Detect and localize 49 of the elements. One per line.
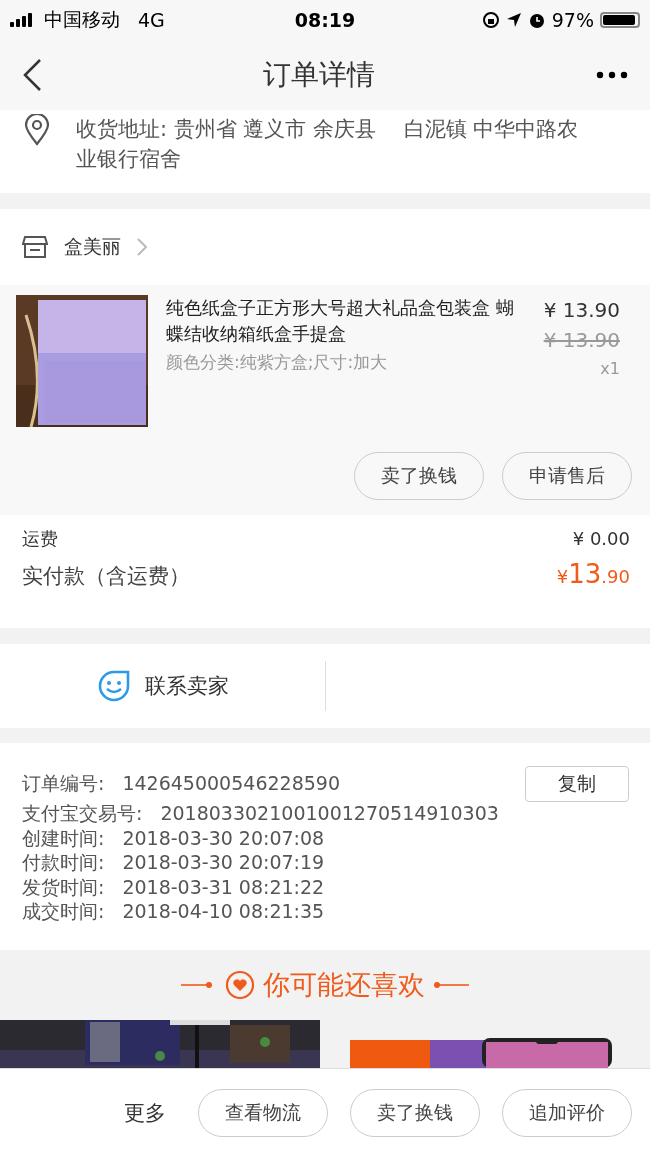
clock-time: 08:19 bbox=[294, 9, 356, 31]
product-title[interactable]: 纯色纸盒子正方形大号超大礼品盒包装盒 蝴蝶结收纳箱纸盒手提盒 bbox=[166, 295, 516, 347]
rotation-lock-icon bbox=[481, 11, 500, 29]
back-icon[interactable] bbox=[22, 58, 42, 92]
battery-percent: 97% bbox=[551, 9, 594, 31]
fee-label: 运费 bbox=[22, 527, 58, 551]
shop-name[interactable]: 盒美丽 bbox=[64, 234, 121, 260]
shipping-address: 收货地址: 贵州省 遵义市 余庆县 白泥镇 中华中路农业银行宿舍 bbox=[76, 116, 580, 173]
currency-sign: ¥ bbox=[556, 566, 569, 587]
info-value: 2018-03-30 20:07:08 bbox=[122, 825, 325, 850]
location-pin-icon bbox=[24, 114, 50, 146]
quantity: x1 bbox=[600, 358, 620, 380]
more-link[interactable]: 更多 bbox=[124, 1098, 166, 1127]
alarm-icon bbox=[527, 11, 546, 29]
page-title: 订单详情 bbox=[263, 57, 375, 93]
dot-dash-icon bbox=[433, 981, 469, 989]
copy-button[interactable]: 复制 bbox=[525, 766, 629, 802]
info-label: 支付宝交易号: bbox=[22, 801, 143, 826]
action-button[interactable]: 卖了换钱 bbox=[354, 452, 484, 500]
info-value: 2018-04-10 08:21:35 bbox=[122, 899, 325, 924]
network-type: 4G bbox=[138, 9, 165, 31]
location-arrow-icon bbox=[505, 12, 522, 28]
info-label: 创建时间: bbox=[22, 825, 105, 850]
info-value: 2018033021001001270514910303 bbox=[160, 801, 499, 826]
product-price: ¥ 13.90 bbox=[543, 297, 620, 324]
action-button[interactable]: 申请售后 bbox=[502, 452, 632, 500]
total-decimal: .90 bbox=[601, 566, 630, 587]
action-button[interactable]: 查看物流 bbox=[198, 1088, 328, 1137]
carrier-name: 中国移动 bbox=[44, 7, 120, 32]
battery-icon bbox=[600, 12, 640, 28]
action-button[interactable]: 卖了换钱 bbox=[350, 1088, 480, 1137]
more-icon[interactable] bbox=[596, 71, 628, 79]
info-label: 发货时间: bbox=[22, 874, 105, 899]
info-value: 142645000546228590 bbox=[122, 771, 340, 796]
info-label: 成交时间: bbox=[22, 899, 105, 924]
store-icon bbox=[22, 235, 48, 259]
action-button[interactable]: 追加评价 bbox=[502, 1088, 632, 1137]
info-label: 订单编号: bbox=[22, 771, 105, 796]
info-value: 2018-03-30 20:07:19 bbox=[122, 850, 325, 875]
product-sku: 颜色分类:纯紫方盒;尺寸:加大 bbox=[166, 351, 389, 374]
info-label: 付款时间: bbox=[22, 850, 105, 875]
contact-seller-link[interactable]: 联系卖家 bbox=[144, 672, 229, 700]
fee-label: 实付款（含运费） bbox=[22, 563, 190, 590]
fee-value: ¥ 0.00 bbox=[572, 528, 630, 549]
original-price: ¥ 13.90 bbox=[543, 327, 620, 354]
recommend-title: 你可能还喜欢 bbox=[263, 968, 425, 1002]
info-value: 2018-03-31 08:21:22 bbox=[122, 874, 325, 899]
chat-face-icon[interactable] bbox=[96, 669, 131, 703]
total-amount: 13 bbox=[568, 559, 602, 589]
